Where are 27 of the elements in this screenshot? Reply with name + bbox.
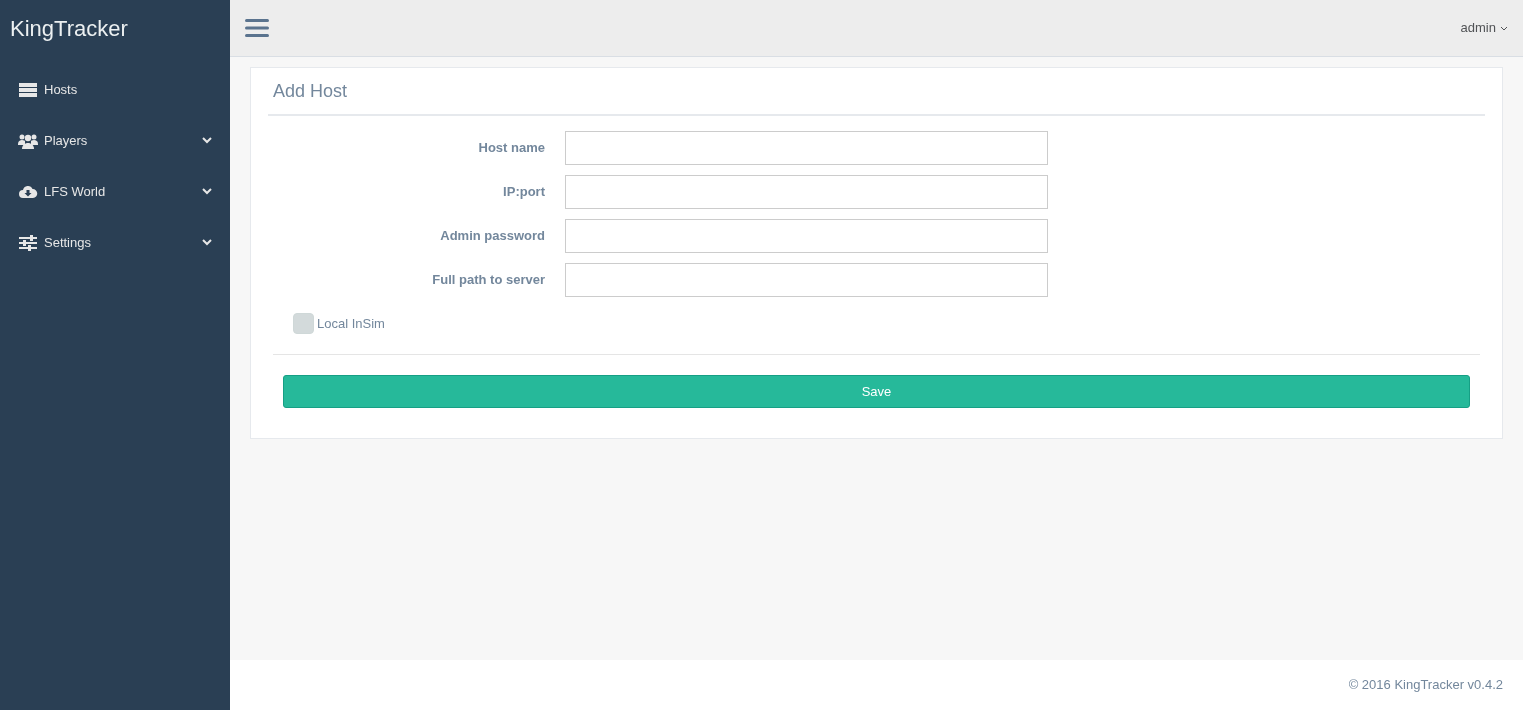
server-icon	[18, 81, 38, 98]
chevron-down-icon	[202, 188, 212, 195]
brand-title: KingTracker	[9, 15, 129, 43]
field-label: Full path to server	[431, 271, 546, 290]
checkbox[interactable]	[293, 313, 314, 334]
footer-text: © 2016 KingTracker v0.4.2	[1348, 676, 1503, 695]
sidebar-item[interactable]: Hosts	[0, 64, 230, 115]
caret-icon	[1500, 25, 1508, 31]
field-label: Host name	[477, 139, 546, 158]
sliders-icon	[18, 234, 38, 251]
user-menu[interactable]: admin	[1460, 18, 1508, 38]
checkbox-label: Local InSim	[317, 314, 385, 333]
users-icon	[18, 132, 38, 149]
menu-icon[interactable]	[245, 18, 269, 38]
sidebar-item[interactable]: Settings	[0, 217, 230, 268]
field-label: IP:port	[502, 183, 546, 202]
sidebar-item[interactable]: LFS World	[0, 166, 230, 217]
field-label: Admin password	[439, 227, 546, 246]
input-field[interactable]	[565, 131, 1048, 165]
input-field[interactable]	[565, 219, 1048, 253]
panel-title: Add Host	[268, 78, 1485, 116]
chevron-down-icon	[202, 239, 212, 246]
chevron-down-icon	[202, 137, 212, 144]
input-field[interactable]	[565, 263, 1048, 297]
sidebar-item[interactable]: Players	[0, 115, 230, 166]
cloud-download-icon	[18, 183, 38, 200]
input-field[interactable]	[565, 175, 1048, 209]
